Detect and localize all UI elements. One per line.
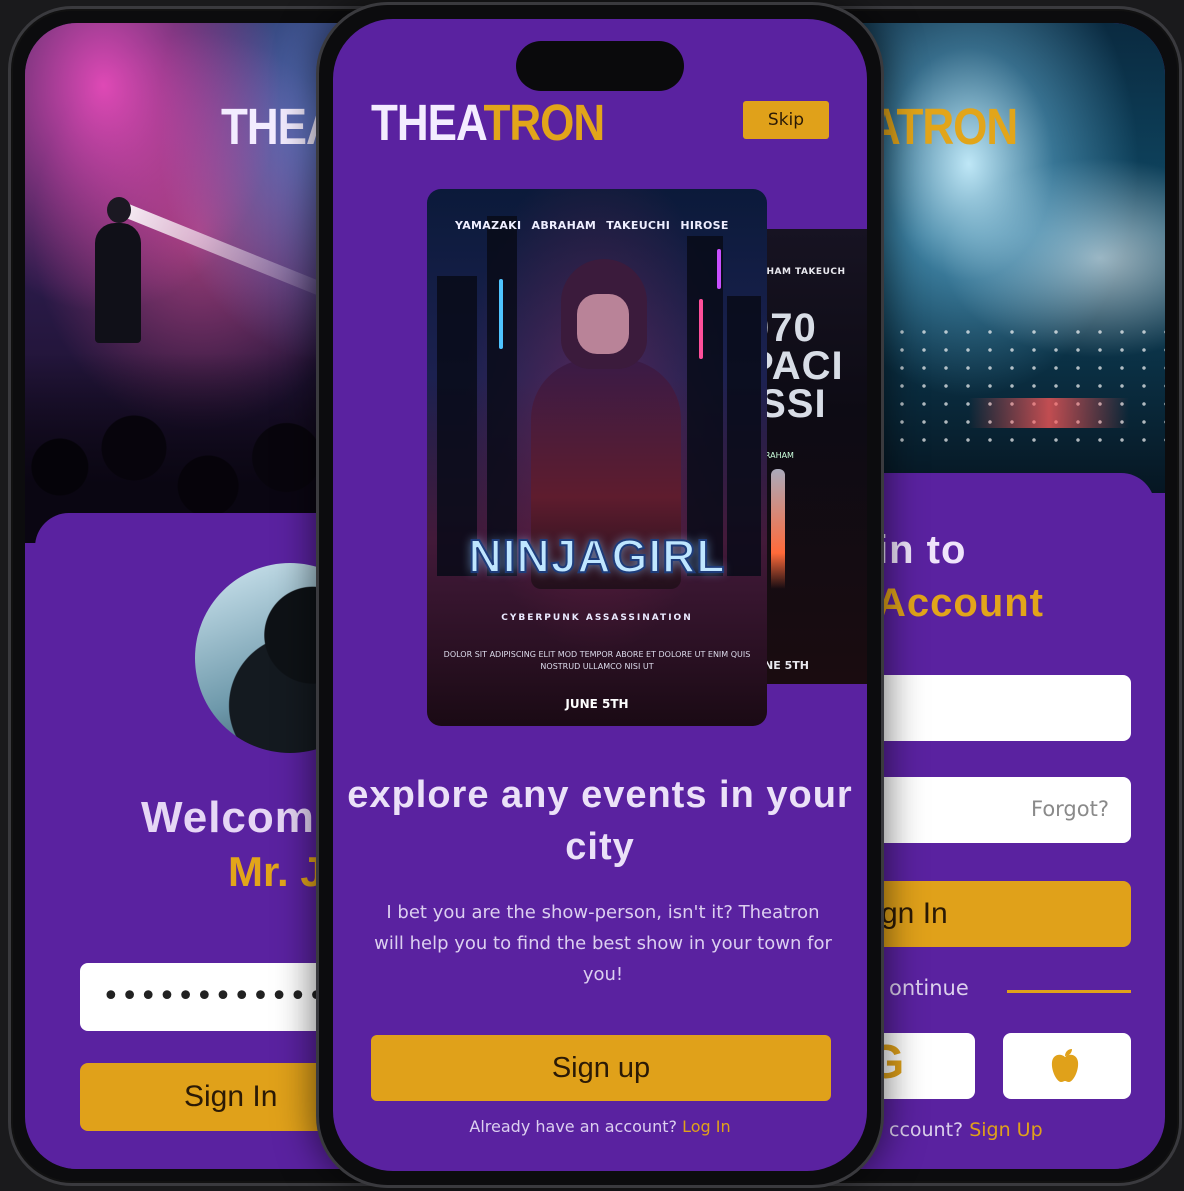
user-name: Mr. J (228, 848, 324, 895)
divider (1007, 990, 1131, 993)
app-logo: ATRON (869, 99, 1018, 156)
event-poster-main[interactable]: YAMAZAKI ABRAHAM TAKEUCHI HIROSE NINJAGI… (427, 189, 767, 726)
sign-up-prompt: ccount? Sign Up (889, 1119, 1043, 1141)
email-field[interactable] (869, 675, 1131, 741)
forgot-password-link[interactable]: Forgot? (1031, 797, 1109, 821)
dynamic-island (516, 41, 684, 91)
stage-glow (969, 398, 1129, 428)
skip-button[interactable]: Skip (743, 101, 829, 139)
sign-in-title: in to (877, 528, 967, 572)
onboarding-headline: explore any events in your city (347, 774, 853, 868)
login-prompt: Already have an account? Log In (469, 1117, 731, 1136)
light-beam (122, 203, 341, 303)
log-in-link[interactable]: Log In (682, 1117, 731, 1136)
onboarding-screen: THEATRON Skip AHAM TAKEUCH 070 PACI ISSI… (333, 19, 867, 1171)
phone-center: THEATRON Skip AHAM TAKEUCH 070 PACI ISSI… (316, 2, 884, 1188)
apple-login-button[interactable] (1003, 1033, 1131, 1099)
sign-up-button[interactable]: Sign up (371, 1035, 831, 1101)
continue-with-label: ontinue (889, 976, 969, 1000)
sign-in-title-accent: Account (877, 581, 1044, 625)
poster-title: NINJAGIRL (468, 529, 726, 583)
password-field[interactable]: Forgot? (869, 777, 1131, 843)
onboarding-description: I bet you are the show-person, isn't it?… (374, 902, 832, 985)
app-logo: THEATRON (371, 95, 605, 152)
sign-in-button[interactable]: gn In (869, 881, 1131, 947)
welcome-text: Welcom (141, 793, 315, 842)
performer-silhouette (95, 197, 141, 343)
sign-up-link[interactable]: Sign Up (969, 1119, 1042, 1141)
apple-icon (1051, 1049, 1079, 1082)
rocket-illustration (771, 469, 785, 589)
